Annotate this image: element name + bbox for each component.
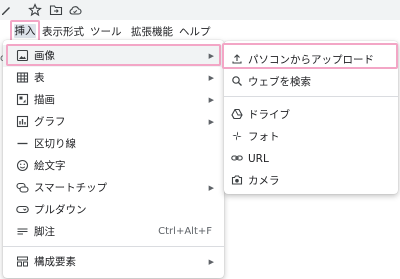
- menu-item-label: 表: [34, 72, 45, 84]
- submenu-arrow-icon: ▶: [208, 96, 214, 104]
- menu-item-label: 区切り線: [34, 138, 76, 150]
- submenu-arrow-icon: ▶: [208, 74, 214, 82]
- menu-tools[interactable]: ツール: [90, 24, 122, 40]
- cloud-status-icon[interactable]: [68, 3, 82, 17]
- menu-item-label: 絵文字: [34, 160, 66, 172]
- submenu-item-label: ドライブ: [248, 109, 290, 121]
- insert-menu-highlight: 挿入: [10, 20, 40, 42]
- menu-item-footnote[interactable]: 脚注 Ctrl+Alt+F: [3, 221, 224, 243]
- dropdown-icon: [16, 203, 29, 216]
- menu-item-drawing[interactable]: 描画 ▶: [3, 89, 224, 111]
- menu-extensions[interactable]: 拡張機能: [131, 24, 173, 40]
- submenu-item-label: フォト: [248, 131, 280, 143]
- menu-item-dropdown[interactable]: プルダウン: [3, 199, 224, 221]
- submenu-arrow-icon: ▶: [208, 118, 214, 126]
- menu-help[interactable]: ヘルプ: [179, 24, 211, 40]
- upload-item-highlight: [222, 43, 398, 69]
- chart-icon: [16, 115, 29, 128]
- smart-chip-icon: [16, 181, 29, 194]
- menu-item-label: 描画: [34, 94, 55, 106]
- menu-item-smart-chips[interactable]: スマートチップ ▶: [3, 177, 224, 199]
- menu-item-label: 脚注: [34, 226, 55, 238]
- camera-icon: [231, 174, 243, 186]
- menu-item-chart[interactable]: グラフ ▶: [3, 111, 224, 133]
- submenu-item-label: URL: [248, 153, 269, 165]
- footnote-icon: [16, 225, 29, 238]
- submenu-item-label: ウェブを検索: [248, 76, 311, 88]
- building-blocks-icon: [16, 255, 29, 268]
- edit-icon[interactable]: [0, 3, 14, 17]
- shortcut-text: Ctrl+Alt+F: [158, 226, 212, 237]
- horizontal-line-icon: [16, 137, 29, 150]
- submenu-item-url[interactable]: URL: [224, 148, 398, 170]
- menu-item-label: スマートチップ: [34, 182, 108, 194]
- drawing-icon: [16, 93, 29, 106]
- submenu-item-drive[interactable]: ドライブ: [224, 104, 398, 126]
- menu-insert[interactable]: 挿入: [14, 24, 36, 38]
- insert-menu: 画像 ▶ 表 ▶ 描画 ▶ グラフ ▶ 区切り線 絵文字 スマートチップ ▶ プ…: [3, 40, 224, 278]
- submenu-arrow-icon: ▶: [208, 184, 214, 192]
- menu-item-table[interactable]: 表 ▶: [3, 67, 224, 89]
- move-to-folder-icon[interactable]: [49, 3, 63, 17]
- menu-item-horizontal-line[interactable]: 区切り線: [3, 133, 224, 155]
- emoji-icon: [16, 159, 29, 172]
- menu-item-building-blocks[interactable]: 構成要素 ▶: [3, 251, 224, 273]
- table-icon: [16, 71, 29, 84]
- search-icon: [231, 75, 243, 87]
- submenu-item-camera[interactable]: カメラ: [224, 170, 398, 192]
- link-icon: [231, 152, 243, 164]
- menu-item-label: プルダウン: [34, 204, 87, 216]
- photos-icon: [231, 130, 243, 142]
- submenu-item-label: カメラ: [248, 175, 280, 187]
- image-item-highlight: [6, 44, 221, 66]
- menu-item-label: グラフ: [34, 116, 66, 128]
- menu-divider: [3, 246, 224, 247]
- menu-format[interactable]: 表示形式: [42, 24, 84, 40]
- drive-icon: [231, 108, 243, 120]
- submenu-divider: [224, 96, 398, 97]
- top-toolbar: [0, 0, 400, 20]
- menu-item-emoji[interactable]: 絵文字: [3, 155, 224, 177]
- star-icon[interactable]: [28, 3, 42, 17]
- menu-item-label: 構成要素: [34, 256, 76, 268]
- submenu-item-photos[interactable]: フォト: [224, 126, 398, 148]
- submenu-arrow-icon: ▶: [208, 258, 214, 266]
- submenu-item-search-web[interactable]: ウェブを検索: [224, 71, 398, 93]
